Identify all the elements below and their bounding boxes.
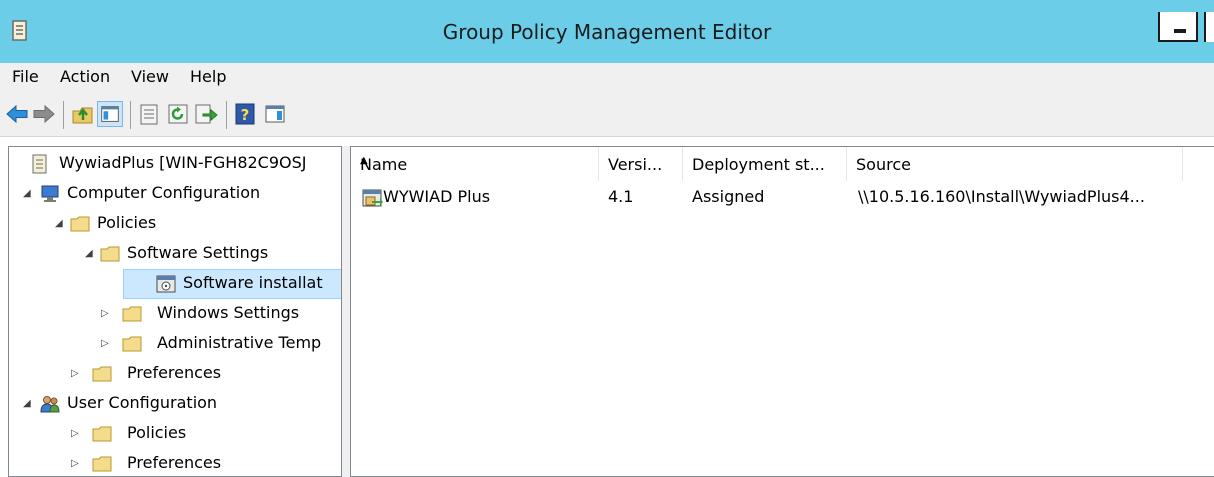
menu-file[interactable]: File <box>12 67 39 86</box>
menu-help[interactable]: Help <box>190 67 226 86</box>
row-version: 4.1 <box>608 187 634 206</box>
column-header-version[interactable]: Versi... <box>599 147 683 181</box>
column-header-label: Deployment st... <box>692 155 825 174</box>
back-arrow-icon[interactable] <box>4 101 30 127</box>
expand-toggle[interactable]: ▷ <box>101 338 111 350</box>
column-header-deployment-state[interactable]: Deployment st... <box>683 147 847 181</box>
tree-item-user-preferences[interactable]: ▷ Preferences <box>9 449 341 476</box>
tree-item-user-policies[interactable]: ▷ Policies <box>9 419 341 449</box>
folder-icon <box>92 426 112 442</box>
refresh-icon[interactable] <box>165 101 191 127</box>
column-header-name[interactable]: Name ▲ <box>351 147 599 181</box>
toolbar-separator <box>130 101 131 129</box>
tree-item-label: Windows Settings <box>157 303 300 322</box>
toolbar: ? <box>0 93 1214 137</box>
tree-item-label: Policies <box>127 423 187 442</box>
menu-view[interactable]: View <box>131 67 169 86</box>
title-bar: Group Policy Management Editor <box>0 0 1214 63</box>
tree-item-software-settings[interactable]: ◢ Software Settings <box>9 239 341 269</box>
up-folder-icon[interactable] <box>70 101 96 127</box>
properties-icon[interactable] <box>136 101 162 127</box>
show-hide-console-tree-icon[interactable] <box>97 101 123 127</box>
tree-item-label: WywiadPlus [WIN-FGH82C9OSJ <box>59 153 307 172</box>
export-list-icon[interactable] <box>193 101 219 127</box>
tree-item-label: Software installat <box>183 273 323 292</box>
computer-icon <box>41 185 59 202</box>
console-tree: WywiadPlus [WIN-FGH82C9OSJ ◢ Computer Co… <box>8 146 342 477</box>
column-header-source[interactable]: Source <box>847 147 1183 181</box>
expand-toggle[interactable]: ◢ <box>55 218 65 230</box>
column-header-label: Source <box>856 155 911 174</box>
minimize-button[interactable] <box>1158 12 1198 42</box>
tree-item-label: Administrative Temp <box>157 333 322 352</box>
folder-icon <box>122 336 142 352</box>
tree-item-label: Computer Configuration <box>67 183 261 202</box>
forward-arrow-icon[interactable] <box>31 101 57 127</box>
pane-splitter[interactable] <box>342 146 350 477</box>
tree-item-user-configuration[interactable]: ◢ User Configuration <box>9 389 341 419</box>
tree-item-label: User Configuration <box>67 393 218 412</box>
folder-icon <box>70 216 90 232</box>
row-source: \\10.5.16.160\Install\WywiadPlus4... <box>858 187 1145 206</box>
policy-document-icon <box>32 154 47 174</box>
software-installation-icon <box>156 275 176 293</box>
column-header-label: Versi... <box>608 155 663 174</box>
row-name: WYWIAD Plus <box>383 187 491 206</box>
tree-item-label: Policies <box>97 213 157 232</box>
expand-toggle[interactable]: ▷ <box>71 368 81 380</box>
folder-icon <box>100 246 120 262</box>
menu-bar: File Action View Help <box>0 63 1214 93</box>
tree-item-policies[interactable]: ◢ Policies <box>9 209 341 239</box>
maximize-button[interactable] <box>1204 12 1214 42</box>
menu-action[interactable]: Action <box>60 67 110 86</box>
expand-toggle[interactable]: ▷ <box>71 458 81 470</box>
row-deployment-state: Assigned <box>692 187 765 206</box>
tree-item-computer-configuration[interactable]: ◢ Computer Configuration <box>9 179 341 209</box>
toolbar-separator <box>63 101 64 129</box>
folder-icon <box>92 456 112 472</box>
folder-icon <box>122 306 142 322</box>
expand-toggle[interactable]: ◢ <box>23 398 33 410</box>
users-icon <box>40 396 60 413</box>
show-action-pane-icon[interactable] <box>262 101 288 127</box>
tree-item-label: Preferences <box>127 453 222 472</box>
folder-icon <box>92 366 112 382</box>
sort-ascending-icon: ▲ <box>360 155 368 166</box>
tree-item-label: Software Settings <box>127 243 269 262</box>
tree-item-preferences[interactable]: ▷ Preferences <box>9 359 341 389</box>
help-icon[interactable]: ? <box>232 101 258 127</box>
tree-item-root[interactable]: WywiadPlus [WIN-FGH82C9OSJ <box>9 149 341 179</box>
expand-toggle[interactable]: ▷ <box>71 428 81 440</box>
expand-toggle[interactable]: ◢ <box>85 248 95 260</box>
expand-toggle[interactable]: ▷ <box>101 308 111 320</box>
tree-item-administrative-templates[interactable]: ▷ Administrative Temp <box>9 329 341 359</box>
tree-item-windows-settings[interactable]: ▷ Windows Settings <box>9 299 341 329</box>
svg-text:?: ? <box>241 106 250 124</box>
expand-toggle[interactable]: ◢ <box>23 188 33 200</box>
details-list: Name ▲ Versi... Deployment st... Source … <box>350 146 1214 477</box>
toolbar-separator <box>226 101 227 129</box>
tree-item-label: Preferences <box>127 363 222 382</box>
package-icon <box>362 189 383 207</box>
tree-item-software-installation[interactable]: Software installat <box>9 269 341 299</box>
window-title: Group Policy Management Editor <box>442 20 772 44</box>
